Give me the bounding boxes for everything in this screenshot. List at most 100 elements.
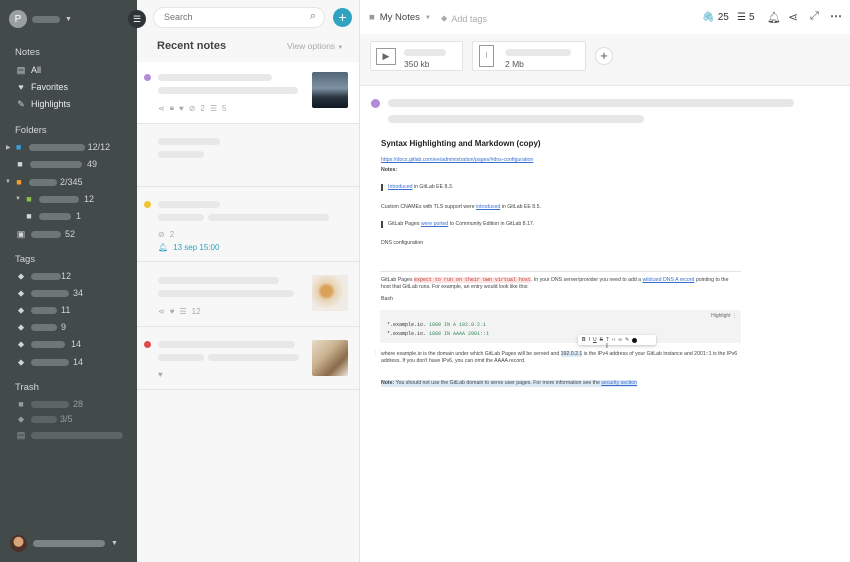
user-menu[interactable]: ▼ [10, 535, 118, 552]
list-item[interactable]: ♥ [137, 327, 359, 390]
tag-icon: ⬥ [17, 287, 25, 298]
attachments-bar: ▶ 350 kb ⦚ 2 Mb + [360, 34, 850, 86]
pencil-icon: ✎ [17, 98, 25, 109]
account-switcher[interactable]: P ▼ [9, 10, 72, 28]
tag-item[interactable]: ⬥ 14 [0, 354, 137, 370]
paragraph: DNS configuration [381, 240, 424, 246]
section-folders: Folders [15, 125, 47, 136]
sidebar-item-label: Highlights [31, 99, 71, 109]
color-dot[interactable] [371, 99, 380, 108]
note-thumbnail [312, 340, 348, 376]
attachment-icon: ⊘ [158, 230, 165, 239]
add-tags-button[interactable]: ⬥ Add tags [441, 13, 487, 24]
archive-file-icon: ⦚ [479, 45, 494, 67]
note-meta: ⋖ 🔒︎ ♥ ⊘ 2 ☰ 5 [158, 103, 227, 113]
code-icon[interactable]: ‹› [612, 337, 615, 343]
avatar: P [9, 10, 27, 28]
search-input[interactable] [164, 12, 304, 22]
plus-icon: + [338, 9, 347, 25]
folder-item[interactable]: ▼ ■ 2/345 [0, 174, 137, 190]
tag-item[interactable]: ⬥ 12 [0, 268, 137, 284]
folder-item[interactable]: ▣ 52 [0, 226, 137, 242]
folder-item[interactable]: ▶ ■ 12/12 [0, 139, 137, 155]
bold-icon[interactable]: B [582, 337, 586, 343]
italic-icon[interactable]: I [589, 337, 590, 343]
notes-label: Notes: [381, 167, 398, 173]
list-item[interactable] [137, 124, 359, 187]
attachments-count-button[interactable]: 🖇︎ 25 [702, 12, 729, 23]
folder-selector[interactable]: ■ My Notes ▼ [369, 12, 431, 23]
folder-icon: ■ [17, 159, 23, 169]
folder-item[interactable]: ▼ ■ 12 [0, 191, 137, 207]
folder-item[interactable]: ■ 1 [0, 208, 137, 224]
caret-right-icon: ▶ [6, 144, 11, 151]
trash-note-item[interactable]: ▤ [0, 427, 137, 443]
tag-item[interactable]: ⬥ 9 [0, 319, 137, 335]
strikethrough-icon[interactable]: S [600, 337, 603, 343]
view-options-dropdown[interactable]: View options ▼ [287, 41, 343, 51]
doc-link[interactable]: https://docs.gitlab.com/ee/administratio… [381, 157, 533, 164]
folder-icon: ■ [369, 12, 375, 23]
list-item[interactable]: ⋖ 🔒︎ ♥ ⊘ 2 ☰ 5 [137, 62, 359, 124]
plus-icon: + [600, 48, 608, 63]
menu-toggle-button[interactable]: ☰ [128, 10, 146, 28]
format-toolbar: B I U S T ‹› ∞ ✎ [578, 335, 656, 345]
sidebar-item-favorites[interactable]: ♥ Favorites [0, 79, 137, 95]
list-item[interactable]: ⋖ ♥ ☰ 12 [137, 262, 359, 327]
folder-name: My Notes [379, 12, 420, 23]
add-attachment-button[interactable]: + [595, 47, 613, 65]
trash-folder-item[interactable]: ■ 28 [0, 396, 137, 412]
checklist-icon: ☰ [737, 12, 746, 23]
checklist-icon: ☰ [179, 307, 187, 316]
underline-icon[interactable]: U [593, 337, 597, 343]
shared-folder-icon: ▣ [16, 228, 26, 239]
folder-icon: ■ [26, 211, 32, 221]
tag-item[interactable]: ⬥ 34 [0, 285, 137, 301]
trash-tag-item[interactable]: ⬥ 3/5 [0, 411, 137, 427]
search-box[interactable]: ⌕ [153, 7, 325, 28]
note-icon: ▤ [16, 429, 26, 440]
tag-item[interactable]: ⬥ 11 [0, 302, 137, 318]
note-icon: ▤ [16, 64, 26, 75]
paragraph: Custom CNAMEs with TLS support were intr… [381, 204, 541, 210]
sidebar: P ▼ ☰ Notes ▤ All ♥ Favorites ✎ Highligh… [0, 0, 146, 562]
code-block[interactable]: Highlight ⋮ *.example.io. 1800 IN A 192.… [380, 310, 741, 343]
checklist-count-button[interactable]: ☰ 5 [737, 12, 755, 23]
heart-icon: ♥ [158, 370, 163, 379]
color-picker-icon[interactable] [632, 337, 638, 343]
lock-icon: 🔒︎ [169, 103, 174, 112]
bell-icon[interactable]: 🔔︎ [767, 11, 781, 24]
tag-item[interactable]: ⬥ 14 [0, 336, 137, 352]
sidebar-item-all[interactable]: ▤ All [0, 62, 137, 78]
code-line: *.example.io. 1800 IN AAAA 2001::1 [387, 331, 490, 337]
view-options-label: View options [287, 41, 336, 51]
link-icon[interactable]: ∞ [618, 337, 622, 343]
highlight-dropdown[interactable]: Highlight ⋮ [711, 313, 737, 319]
pen-icon[interactable]: ✎ [625, 337, 629, 343]
share-icon: ⋖ [158, 103, 165, 113]
new-note-button[interactable]: + [333, 8, 352, 27]
blockquote: GitLab Pages were ported to Community Ed… [381, 221, 534, 228]
attachment-card[interactable]: ▶ 350 kb [370, 41, 463, 71]
reminder-badge: 🔔︎ 13 sep 15:00 [158, 243, 220, 252]
note-heading[interactable]: Syntax Highlighting and Markdown (copy) [381, 139, 541, 148]
section-trash: Trash [15, 382, 39, 393]
search-icon[interactable]: ⌕ [310, 10, 316, 23]
expand-icon[interactable]: ⤢ [810, 10, 819, 23]
attachment-card[interactable]: ⦚ 2 Mb [472, 41, 586, 71]
color-dot [144, 74, 151, 81]
list-title: Recent notes [157, 40, 227, 52]
divider [380, 271, 741, 272]
share-icon[interactable]: ⋖ [788, 10, 798, 24]
heart-icon: ♥ [178, 103, 184, 113]
blockquote: Introduced in GitLab EE 8.3. [381, 184, 453, 191]
folder-item[interactable]: ■ 49 [0, 156, 137, 172]
video-file-icon: ▶ [376, 48, 396, 65]
sidebar-item-highlights[interactable]: ✎ Highlights [0, 96, 137, 112]
checklist-icon: ☰ [209, 103, 218, 113]
list-item[interactable]: ⊘ 2 🔔︎ 13 sep 15:00 [137, 187, 359, 262]
note-meta: ♥ [158, 370, 163, 379]
more-icon[interactable]: ⋯ [830, 9, 842, 23]
text-cursor-icon: I [606, 343, 608, 350]
tag-icon: ⬥ [441, 13, 448, 23]
